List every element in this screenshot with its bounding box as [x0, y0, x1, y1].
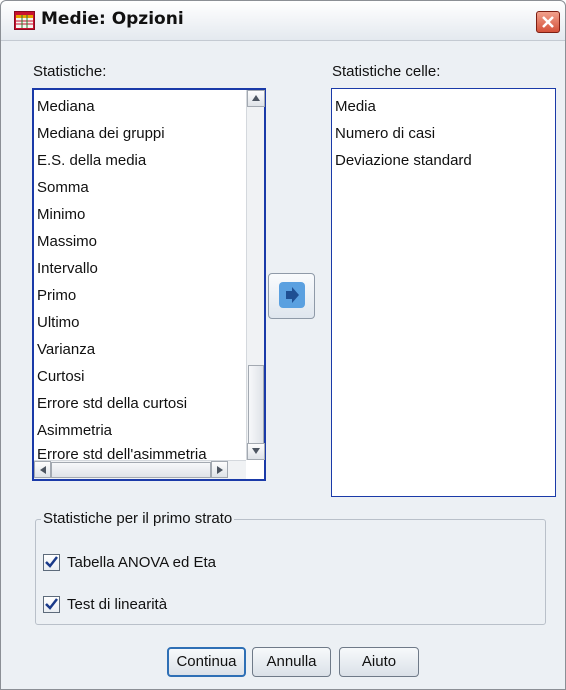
arrow-right-icon [278, 282, 305, 308]
group-legend: Statistiche per il primo strato [41, 510, 235, 527]
continue-button[interactable]: Continua [167, 647, 246, 677]
dialog-window: Medie: Opzioni Statistiche: Mediana Medi… [0, 0, 566, 690]
checkmark-icon [45, 598, 58, 610]
list-item[interactable]: Varianza [37, 341, 95, 358]
cell-statistics-label: Statistiche celle: [332, 63, 441, 80]
scroll-right-button[interactable] [211, 461, 228, 478]
list-item[interactable]: Minimo [37, 206, 85, 223]
list-item[interactable]: Mediana dei gruppi [37, 125, 165, 142]
cell-statistics-list[interactable]: Media Numero di casi Deviazione standard [331, 88, 556, 497]
list-item[interactable]: E.S. della media [37, 152, 146, 169]
close-icon [542, 16, 554, 28]
horizontal-scroll-thumb[interactable] [51, 462, 211, 478]
anova-label[interactable]: Tabella ANOVA ed Eta [67, 554, 216, 571]
statistics-label: Statistiche: [33, 63, 107, 80]
chevron-up-icon [252, 95, 260, 101]
close-button[interactable] [536, 11, 560, 33]
cancel-button[interactable]: Annulla [252, 647, 331, 677]
list-item[interactable]: Intervallo [37, 260, 98, 277]
list-item[interactable]: Massimo [37, 233, 97, 250]
list-item[interactable]: Deviazione standard [335, 152, 472, 169]
chevron-left-icon [39, 466, 46, 474]
list-item[interactable]: Primo [37, 287, 76, 304]
scroll-left-button[interactable] [34, 461, 51, 478]
chevron-right-icon [216, 466, 223, 474]
anova-checkbox[interactable] [43, 554, 60, 571]
help-button[interactable]: Aiuto [339, 647, 419, 677]
vertical-scrollbar[interactable] [246, 90, 265, 460]
list-item[interactable]: Ultimo [37, 314, 80, 331]
list-item[interactable]: Errore std della curtosi [37, 395, 187, 412]
chevron-down-icon [252, 448, 260, 454]
horizontal-scrollbar[interactable] [34, 460, 246, 479]
linearity-label[interactable]: Test di linearità [67, 596, 167, 613]
table-app-icon [14, 11, 35, 30]
scroll-down-button[interactable] [247, 443, 265, 460]
scroll-up-button[interactable] [247, 90, 265, 107]
list-item[interactable]: Somma [37, 179, 89, 196]
window-title: Medie: Opzioni [41, 9, 184, 29]
linearity-checkbox[interactable] [43, 596, 60, 613]
checkmark-icon [45, 556, 58, 568]
statistics-list[interactable]: Mediana Mediana dei gruppi E.S. della me… [32, 88, 266, 481]
list-item[interactable]: Asimmetria [37, 422, 112, 439]
list-item[interactable]: Mediana [37, 98, 95, 115]
first-layer-statistics-group: Statistiche per il primo strato Tabella … [35, 510, 546, 625]
list-item[interactable]: Media [335, 98, 376, 115]
list-item[interactable]: Numero di casi [335, 125, 435, 142]
list-item[interactable]: Curtosi [37, 368, 85, 385]
move-to-cell-statistics-button[interactable] [268, 273, 315, 319]
vertical-scroll-thumb[interactable] [248, 365, 264, 445]
title-bar[interactable]: Medie: Opzioni [1, 1, 565, 41]
